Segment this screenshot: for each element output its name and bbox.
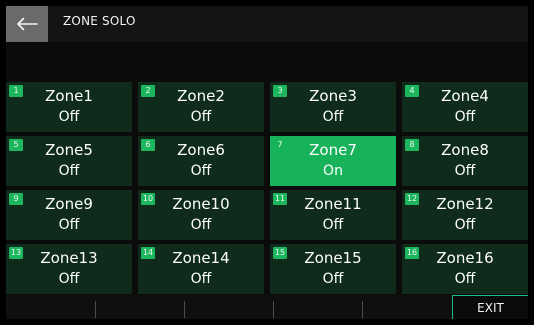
zone-state: Off [190,271,212,287]
arrow-left-icon [15,16,39,32]
zone-name: Zone8 [441,141,489,159]
zone-name: Zone7 [309,141,357,159]
zone-button[interactable]: 14 Zone14 Off [138,244,264,294]
zone-state: Off [190,109,212,125]
zone-button[interactable]: 2 Zone2 Off [138,82,264,132]
zone-name: Zone4 [441,87,489,105]
zone-button[interactable]: 15 Zone15 Off [270,244,396,294]
zone-row: 1 Zone1 Off 2 Zone2 Off 3 Zone3 Off 4 Zo… [6,82,528,132]
page-title: ZONE SOLO [63,14,136,28]
zone-row: 5 Zone5 Off 6 Zone6 Off 7 Zone7 On 8 Zon… [6,136,528,186]
zone-state: On [323,163,343,179]
zone-state: Off [454,163,476,179]
footer-slot-2[interactable] [96,295,185,319]
footer-slot-4[interactable] [274,295,363,319]
zone-state: Off [58,217,80,233]
footer-bar: EXIT [6,295,528,319]
zone-state: Off [454,109,476,125]
zone-name: Zone6 [177,141,225,159]
zone-button[interactable]: 11 Zone11 Off [270,190,396,240]
zone-button[interactable]: 16 Zone16 Off [402,244,528,294]
zone-button[interactable]: 12 Zone12 Off [402,190,528,240]
zone-button[interactable]: 10 Zone10 Off [138,190,264,240]
zone-button[interactable]: 13 Zone13 Off [6,244,132,294]
zone-state: Off [454,217,476,233]
top-bar: ZONE SOLO [6,6,528,42]
zone-state: Off [58,271,80,287]
zone-name: Zone16 [436,249,494,267]
zone-button[interactable]: 5 Zone5 Off [6,136,132,186]
zone-button[interactable]: 8 Zone8 Off [402,136,528,186]
zone-name: Zone15 [304,249,362,267]
zone-state: Off [58,109,80,125]
zone-state: Off [190,217,212,233]
zone-state: Off [454,271,476,287]
zone-state: Off [322,217,344,233]
zone-name: Zone10 [172,195,230,213]
zone-name: Zone1 [45,87,93,105]
zone-button[interactable]: 6 Zone6 Off [138,136,264,186]
exit-label: EXIT [477,300,504,315]
zone-name: Zone13 [40,249,98,267]
zone-name: Zone5 [45,141,93,159]
zone-name: Zone9 [45,195,93,213]
zone-state: Off [58,163,80,179]
zone-state: Off [190,163,212,179]
zone-row: 9 Zone9 Off 10 Zone10 Off 11 Zone11 Off … [6,190,528,240]
zone-state: Off [322,271,344,287]
zone-state: Off [322,109,344,125]
zone-button[interactable]: 9 Zone9 Off [6,190,132,240]
zone-button[interactable]: 1 Zone1 Off [6,82,132,132]
footer-slot-5[interactable] [363,295,452,319]
zone-button[interactable]: 3 Zone3 Off [270,82,396,132]
zone-name: Zone14 [172,249,230,267]
zone-solo-screen: ZONE SOLO 1 Zone1 Off 2 Zone2 Off 3 Zone… [0,0,534,325]
zone-name: Zone12 [436,195,494,213]
zone-row: 13 Zone13 Off 14 Zone14 Off 15 Zone15 Of… [6,244,528,294]
screen-frame: ZONE SOLO 1 Zone1 Off 2 Zone2 Off 3 Zone… [6,6,528,319]
footer-slot-1[interactable] [6,295,95,319]
zone-button[interactable]: 4 Zone4 Off [402,82,528,132]
back-button[interactable] [6,6,48,42]
zone-name: Zone11 [304,195,362,213]
zone-name: Zone2 [177,87,225,105]
zone-button[interactable]: 7 Zone7 On [270,136,396,186]
footer-slot-3[interactable] [185,295,274,319]
zone-name: Zone3 [309,87,357,105]
exit-button[interactable]: EXIT [452,295,528,319]
